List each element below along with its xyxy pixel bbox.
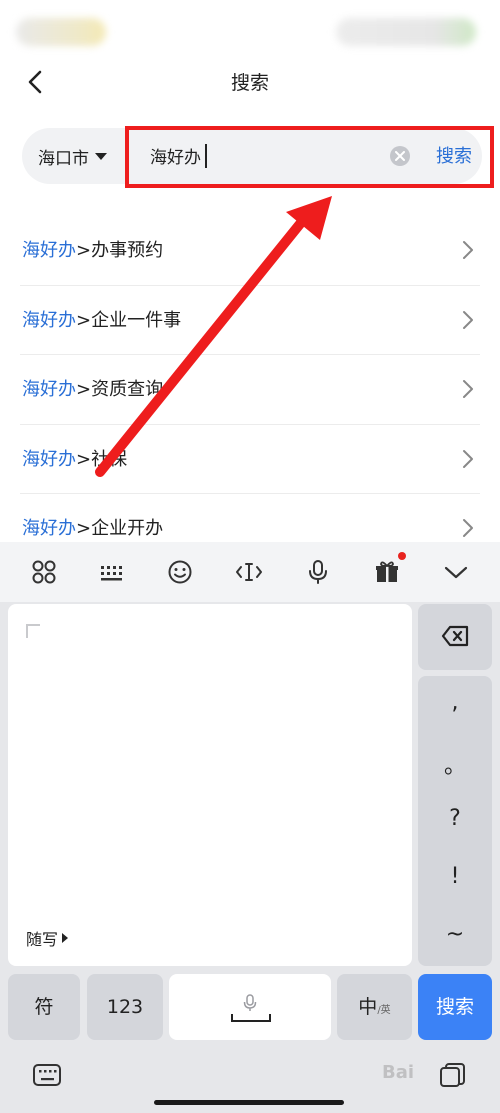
status-right-blurred — [336, 18, 476, 46]
grid-apps-icon[interactable] — [30, 558, 58, 586]
text-cursor — [205, 144, 207, 168]
handwriting-pad[interactable] — [8, 604, 412, 966]
keyboard-toolbar — [0, 542, 500, 602]
chevron-down-icon[interactable] — [442, 558, 470, 586]
search-row: 海口市 搜索 — [0, 126, 500, 188]
backspace-icon — [441, 625, 469, 647]
chevron-right-icon — [463, 241, 473, 259]
cursor-move-icon[interactable] — [235, 558, 263, 586]
ime-keyboard: 随写 , 。 ? ! ~ 符 123 中/英 搜索 Bai — [0, 542, 500, 1113]
chevron-right-icon — [463, 519, 473, 537]
clear-icon[interactable] — [390, 146, 410, 166]
suggestion-keyword: 海好办 — [22, 518, 76, 539]
notification-dot — [398, 552, 406, 560]
gift-icon[interactable] — [373, 558, 401, 586]
status-left-blurred — [16, 18, 106, 46]
clipboard-icon[interactable] — [438, 1060, 468, 1088]
suggestion-keyword: 海好办 — [22, 379, 76, 400]
handwriting-mode-toggle[interactable]: 随写 — [26, 926, 69, 950]
page-title: 搜索 — [230, 72, 269, 94]
chevron-right-icon — [463, 449, 473, 468]
chevron-right-icon — [463, 380, 473, 398]
keyboard-layout-icon[interactable] — [98, 558, 126, 586]
delete-key[interactable] — [418, 604, 492, 670]
caret-down-icon — [95, 152, 107, 160]
number-key[interactable]: 123 — [87, 974, 163, 1040]
space-key[interactable] — [169, 974, 331, 1040]
suggestion-keyword: 海好办 — [22, 448, 76, 470]
punctuation-panel: , 。 ? ! ~ — [418, 676, 492, 966]
suggestion-label: >企业开办 — [76, 518, 164, 539]
suggestion-label: >企业一件事 — [76, 309, 182, 331]
triangle-right-icon — [62, 933, 69, 943]
home-indicator — [154, 1100, 344, 1105]
suggestion-item[interactable]: 海好办>企业一件事 — [20, 286, 480, 355]
handwriting-label: 随写 — [26, 930, 59, 949]
nav-bar: 搜索 — [0, 60, 500, 104]
punct-key-period[interactable]: 。 — [418, 748, 492, 780]
keyboard-switch-icon[interactable] — [32, 1062, 62, 1088]
space-icon — [231, 1014, 271, 1022]
lang-secondary: /英 — [377, 1005, 391, 1016]
watermark-text: Bai — [382, 1062, 415, 1083]
expand-corner-icon[interactable] — [26, 624, 40, 638]
city-label: 海口市 — [38, 148, 89, 169]
suggestion-item[interactable]: 海好办>社保 — [20, 425, 480, 494]
status-bar — [0, 0, 500, 60]
emoji-icon[interactable] — [166, 558, 194, 586]
punct-key-comma[interactable]: , — [418, 690, 492, 715]
suggestion-list: 海好办>办事预约 海好办>企业一件事 海好办>资质查询 海好办>社保 海好办>企… — [0, 216, 500, 564]
suggestion-item[interactable]: 海好办>办事预约 — [20, 216, 480, 286]
suggestion-keyword: 海好办 — [22, 309, 76, 331]
search-input[interactable] — [150, 140, 380, 170]
punct-key-question[interactable]: ? — [418, 806, 492, 831]
search-enter-key[interactable]: 搜索 — [418, 974, 492, 1040]
suggestion-label: >社保 — [76, 448, 128, 470]
punct-key-tilde[interactable]: ~ — [418, 922, 492, 947]
voice-icon — [243, 994, 257, 1011]
search-button[interactable]: 搜索 — [436, 142, 472, 168]
suggestion-keyword: 海好办 — [22, 240, 76, 261]
symbol-key[interactable]: 符 — [8, 974, 80, 1040]
microphone-icon[interactable] — [304, 558, 332, 586]
punct-key-exclaim[interactable]: ! — [418, 864, 492, 889]
city-selector[interactable]: 海口市 — [38, 142, 107, 170]
lang-primary: 中 — [358, 996, 378, 1018]
chevron-right-icon — [463, 310, 473, 329]
language-switch-key[interactable]: 中/英 — [337, 974, 412, 1040]
suggestion-label: >资质查询 — [76, 379, 164, 400]
suggestion-label: >办事预约 — [76, 240, 164, 261]
suggestion-item[interactable]: 海好办>资质查询 — [20, 355, 480, 425]
